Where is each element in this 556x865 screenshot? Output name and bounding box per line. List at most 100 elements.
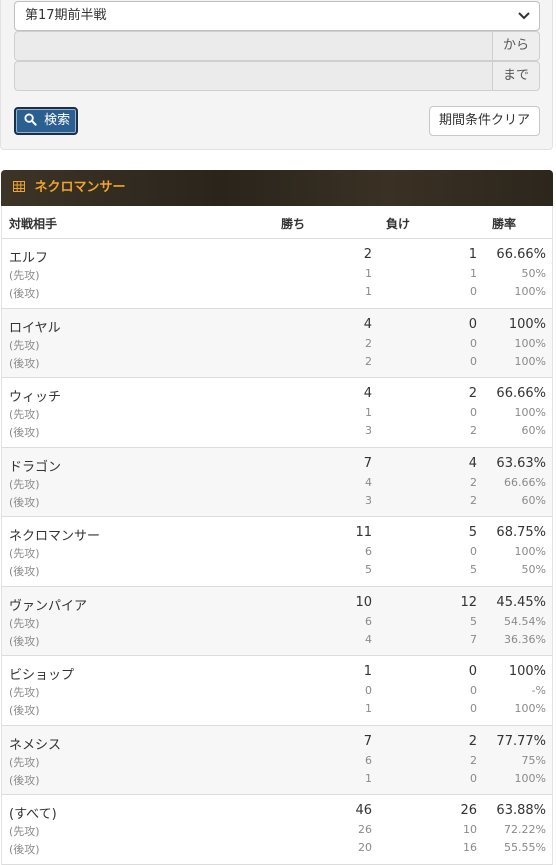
losses-value: 4 <box>468 455 477 471</box>
second-losses: 7 <box>470 632 477 646</box>
losses-value: 5 <box>468 525 477 540</box>
table-row: ネクロマンサー 11 5 68.75% (先攻) 6 0 100% (後攻) 5 5 50% <box>2 517 552 587</box>
search-button[interactable]: 検索 <box>14 107 78 135</box>
opponent-name: エルフ <box>9 251 49 266</box>
opponent-name: ネクロマンサー <box>9 529 101 544</box>
second-losses: 0 <box>470 702 477 715</box>
season-select-value: 第17期前半戦 <box>25 8 107 23</box>
first-wins: 26 <box>358 823 372 836</box>
first-label: (先攻) <box>9 269 40 282</box>
second-label: (後攻) <box>9 704 40 717</box>
row-first: (先攻) 4 2 66.66% <box>2 476 552 494</box>
losses-value: 2 <box>468 386 477 401</box>
class-table-header: ネクロマンサー <box>1 170 553 206</box>
first-wins: 1 <box>365 406 372 419</box>
first-rate: 100% <box>514 406 546 419</box>
rate-value: 77.77% <box>496 733 546 749</box>
second-rate: 60% <box>521 493 546 507</box>
grid-icon <box>13 180 25 192</box>
second-losses: 5 <box>470 563 477 576</box>
second-rate: 100% <box>514 702 546 715</box>
row-first: (先攻) 0 0 -% <box>2 684 552 702</box>
date-to-input[interactable] <box>14 61 492 91</box>
losses-value: 0 <box>468 316 477 332</box>
row-second: (後攻) 2 0 100% <box>2 355 552 373</box>
second-rate: 60% <box>521 424 546 437</box>
second-losses: 0 <box>470 354 477 368</box>
table-row: ウィッチ 4 2 66.66% (先攻) 1 0 100% (後攻) 3 2 60% <box>2 378 552 448</box>
first-label: (先攻) <box>9 477 40 491</box>
opponent-name: ロイヤル <box>9 320 61 336</box>
first-rate: 100% <box>514 545 546 558</box>
second-wins: 20 <box>358 841 372 854</box>
first-wins: 1 <box>365 267 372 280</box>
second-rate: 50% <box>521 563 546 576</box>
first-rate: 54.54% <box>504 614 546 628</box>
row-total: ネメシス 7 2 77.77% <box>2 733 552 753</box>
row-total: ドラゴン 7 4 63.63% <box>2 455 552 475</box>
row-total: ビショップ 1 0 100% <box>2 664 552 683</box>
row-first: (先攻) 26 10 72.22% <box>2 823 552 841</box>
second-rate: 100% <box>514 771 546 785</box>
wins-value: 4 <box>363 386 372 401</box>
rate-value: 63.88% <box>496 803 546 818</box>
second-rate: 36.36% <box>504 632 546 646</box>
losses-value: 26 <box>460 803 477 818</box>
first-label: (先攻) <box>9 755 40 769</box>
rate-value: 66.66% <box>496 247 546 262</box>
rate-value: 45.45% <box>496 594 546 610</box>
date-from-row: から <box>14 31 540 61</box>
row-total: (すべて) 46 26 63.88% <box>2 803 552 822</box>
second-label: (後攻) <box>9 565 40 578</box>
second-losses: 0 <box>470 771 477 785</box>
wins-value: 2 <box>363 247 372 262</box>
table-row: ネメシス 7 2 77.77% (先攻) 6 2 75% (後攻) 1 0 100% <box>2 725 552 795</box>
second-label: (後攻) <box>9 843 40 856</box>
first-rate: 75% <box>521 753 546 767</box>
second-losses: 2 <box>470 493 477 507</box>
first-label: (先攻) <box>9 408 40 421</box>
row-total: ネクロマンサー 11 5 68.75% <box>2 525 552 544</box>
row-first: (先攻) 1 0 100% <box>2 406 552 424</box>
table-row: エルフ 2 1 66.66% (先攻) 1 1 50% (後攻) 1 0 100% <box>2 239 552 309</box>
rate-value: 100% <box>508 316 546 332</box>
row-second: (後攻) 3 2 60% <box>2 424 552 442</box>
losses-value: 2 <box>468 733 477 749</box>
second-wins: 1 <box>365 771 372 785</box>
wins-value: 7 <box>363 455 372 471</box>
first-rate: 72.22% <box>504 823 546 836</box>
first-rate: 50% <box>521 267 546 280</box>
first-rate: 66.66% <box>504 475 546 489</box>
second-label: (後攻) <box>9 495 40 509</box>
table-row: (すべて) 46 26 63.88% (先攻) 26 10 72.22% (後攻) 20 16 55.… <box>2 795 552 865</box>
row-first: (先攻) 1 1 50% <box>2 267 552 285</box>
row-total: ヴァンパイア 10 12 45.45% <box>2 594 552 614</box>
opponent-name: ヴァンパイア <box>9 598 88 614</box>
clear-period-button[interactable]: 期間条件クリア <box>429 106 540 136</box>
first-label: (先攻) <box>9 547 40 560</box>
second-losses: 16 <box>463 841 477 854</box>
date-from-input[interactable] <box>14 31 492 61</box>
second-losses: 0 <box>470 285 477 298</box>
row-second: (後攻) 1 0 100% <box>2 285 552 303</box>
matchup-table: 対戦相手 勝ち 負け 勝率 エルフ 2 1 66.66% (先攻) 1 1 50% (後攻) 1 0… <box>1 206 553 865</box>
wins-value: 10 <box>355 594 372 610</box>
second-label: (後攻) <box>9 634 40 648</box>
table-row: ヴァンパイア 10 12 45.45% (先攻) 6 5 54.54% (後攻) 4 7 36.36% <box>2 586 552 656</box>
first-losses: 0 <box>470 336 477 350</box>
row-second: (後攻) 1 0 100% <box>2 702 552 720</box>
first-label: (先攻) <box>9 616 40 630</box>
second-label: (後攻) <box>9 356 40 370</box>
season-select[interactable]: 第17期前半戦 <box>14 1 540 31</box>
opponent-name: ドラゴン <box>9 459 62 475</box>
second-rate: 100% <box>514 354 546 368</box>
first-rate: 100% <box>514 336 546 350</box>
col-rate: 勝率 <box>492 217 517 231</box>
second-wins: 2 <box>365 354 372 368</box>
losses-value: 0 <box>468 664 477 679</box>
first-rate: -% <box>531 684 546 697</box>
first-losses: 2 <box>470 753 477 767</box>
second-label: (後攻) <box>9 287 40 300</box>
second-label: (後攻) <box>9 426 40 439</box>
date-from-addon: から <box>492 31 540 61</box>
